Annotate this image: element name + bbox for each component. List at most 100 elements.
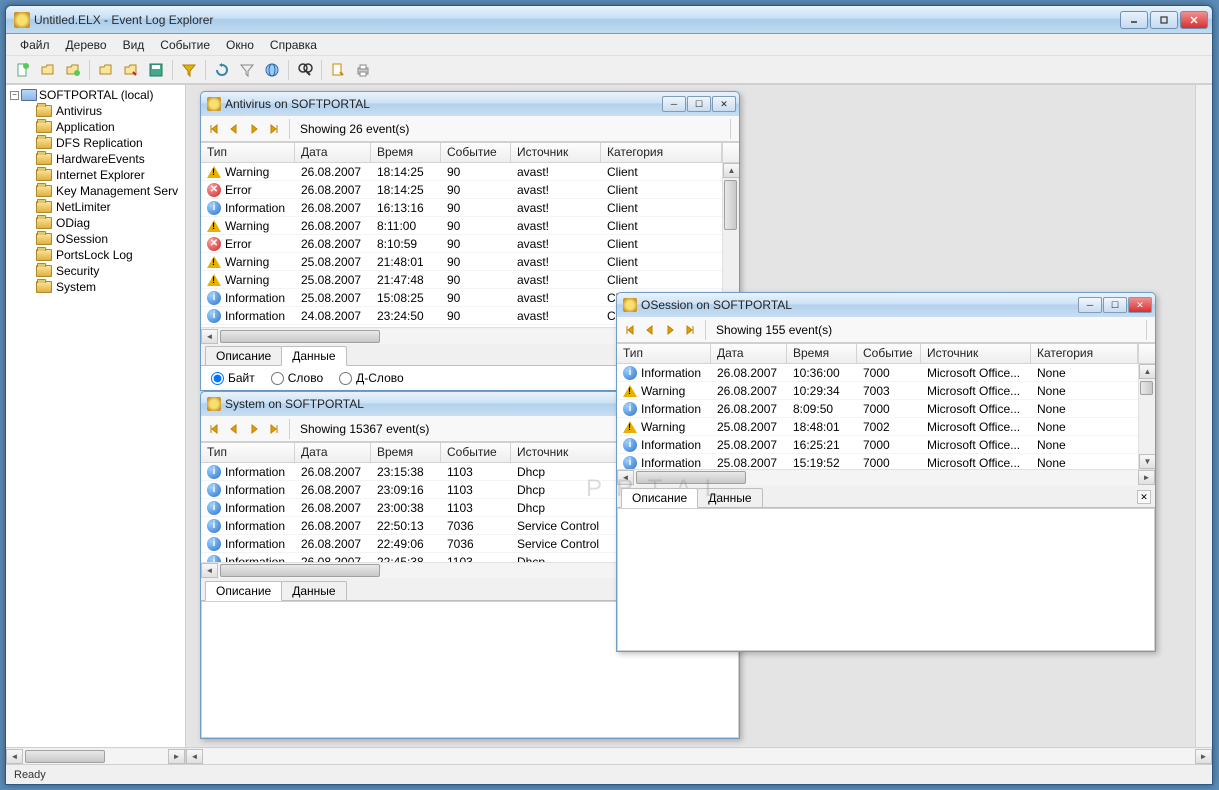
radio-byte[interactable]: Байт bbox=[211, 371, 255, 385]
col-type[interactable]: Тип bbox=[617, 344, 711, 363]
tree-node[interactable]: System bbox=[36, 279, 183, 295]
menu-file[interactable]: Файл bbox=[12, 36, 58, 54]
nav-next-icon[interactable] bbox=[245, 120, 263, 138]
close-button[interactable] bbox=[1180, 11, 1208, 29]
toolbar-print-icon[interactable] bbox=[352, 59, 374, 81]
table-row[interactable]: iInformation26.08.20078:09:507000Microso… bbox=[617, 400, 1155, 418]
grid-vscrollbar[interactable]: ▲ ▼ bbox=[1138, 364, 1155, 469]
col-time[interactable]: Время bbox=[371, 443, 441, 462]
menu-event[interactable]: Событие bbox=[152, 36, 218, 54]
child-close-button[interactable]: ✕ bbox=[712, 96, 736, 112]
toolbar-find-icon[interactable] bbox=[294, 59, 316, 81]
nav-last-icon[interactable] bbox=[265, 420, 283, 438]
scroll-right-icon[interactable]: ► bbox=[168, 749, 185, 764]
tree-node[interactable]: PortsLock Log bbox=[36, 247, 183, 263]
toolbar-open2-icon[interactable] bbox=[62, 59, 84, 81]
col-source[interactable]: Источник bbox=[921, 344, 1031, 363]
toolbar-new-icon[interactable] bbox=[12, 59, 34, 81]
tab-description[interactable]: Описание bbox=[621, 488, 698, 508]
col-date[interactable]: Дата bbox=[711, 344, 787, 363]
child-minimize-button[interactable]: ─ bbox=[662, 96, 686, 112]
child-maximize-button[interactable]: ☐ bbox=[1103, 297, 1127, 313]
menu-help[interactable]: Справка bbox=[262, 36, 325, 54]
table-row[interactable]: iInformation26.08.200716:13:1690avast!Cl… bbox=[201, 199, 739, 217]
scroll-thumb[interactable] bbox=[25, 750, 105, 763]
minimize-button[interactable] bbox=[1120, 11, 1148, 29]
radio-dword[interactable]: Д-Слово bbox=[339, 371, 404, 385]
toolbar-folder-icon[interactable] bbox=[95, 59, 117, 81]
col-source[interactable]: Источник bbox=[511, 143, 601, 162]
tab-description[interactable]: Описание bbox=[205, 581, 282, 601]
table-row[interactable]: Warning25.08.200721:48:0190avast!Client bbox=[201, 253, 739, 271]
tree-node[interactable]: DFS Replication bbox=[36, 135, 183, 151]
radio-word[interactable]: Слово bbox=[271, 371, 323, 385]
toolbar-filter-icon[interactable] bbox=[178, 59, 200, 81]
toolbar-save-icon[interactable] bbox=[145, 59, 167, 81]
scroll-right-icon[interactable]: ► bbox=[1138, 470, 1155, 485]
scroll-left-icon[interactable]: ◄ bbox=[186, 749, 203, 764]
nav-prev-icon[interactable] bbox=[225, 120, 243, 138]
table-row[interactable]: iInformation26.08.200710:36:007000Micros… bbox=[617, 364, 1155, 382]
toolbar-filter2-icon[interactable] bbox=[236, 59, 258, 81]
scroll-thumb[interactable] bbox=[220, 564, 380, 577]
antivirus-titlebar[interactable]: Antivirus on SOFTPORTAL ─ ☐ ✕ bbox=[201, 92, 739, 116]
col-category[interactable]: Категория bbox=[601, 143, 722, 162]
scroll-thumb[interactable] bbox=[1140, 381, 1153, 395]
tree-root[interactable]: − SOFTPORTAL (local) bbox=[8, 87, 183, 103]
col-time[interactable]: Время bbox=[371, 143, 441, 162]
tab-data[interactable]: Данные bbox=[697, 488, 762, 507]
scroll-thumb[interactable] bbox=[220, 330, 380, 343]
col-category[interactable]: Категория bbox=[1031, 344, 1138, 363]
nav-last-icon[interactable] bbox=[265, 120, 283, 138]
nav-first-icon[interactable] bbox=[205, 120, 223, 138]
menu-window[interactable]: Окно bbox=[218, 36, 262, 54]
table-row[interactable]: ✕Error26.08.200718:14:2590avast!Client bbox=[201, 181, 739, 199]
tree-hscrollbar[interactable]: ◄ ► bbox=[6, 747, 185, 764]
col-event[interactable]: Событие bbox=[857, 344, 921, 363]
scroll-left-icon[interactable]: ◄ bbox=[201, 563, 218, 578]
table-row[interactable]: Warning26.08.200710:29:347003Microsoft O… bbox=[617, 382, 1155, 400]
nav-next-icon[interactable] bbox=[245, 420, 263, 438]
maximize-button[interactable] bbox=[1150, 11, 1178, 29]
tree-node[interactable]: Security bbox=[36, 263, 183, 279]
tab-data[interactable]: Данные bbox=[281, 581, 346, 600]
child-close-button[interactable]: ✕ bbox=[1128, 297, 1152, 313]
menu-view[interactable]: Вид bbox=[115, 36, 153, 54]
col-event[interactable]: Событие bbox=[441, 443, 511, 462]
child-minimize-button[interactable]: ─ bbox=[1078, 297, 1102, 313]
nav-last-icon[interactable] bbox=[681, 321, 699, 339]
col-event[interactable]: Событие bbox=[441, 143, 511, 162]
nav-next-icon[interactable] bbox=[661, 321, 679, 339]
tree-node[interactable]: HardwareEvents bbox=[36, 151, 183, 167]
nav-first-icon[interactable] bbox=[205, 420, 223, 438]
scroll-right-icon[interactable]: ► bbox=[1195, 749, 1212, 764]
tab-close-icon[interactable]: ✕ bbox=[1137, 490, 1151, 504]
tree-node[interactable]: NetLimiter bbox=[36, 199, 183, 215]
mdi-vscrollbar[interactable] bbox=[1195, 85, 1212, 747]
col-type[interactable]: Тип bbox=[201, 143, 295, 162]
toolbar-refresh-icon[interactable] bbox=[211, 59, 233, 81]
col-date[interactable]: Дата bbox=[295, 443, 371, 462]
col-time[interactable]: Время bbox=[787, 344, 857, 363]
nav-prev-icon[interactable] bbox=[641, 321, 659, 339]
scroll-left-icon[interactable]: ◄ bbox=[201, 329, 218, 344]
table-row[interactable]: Warning26.08.200718:14:2590avast!Client bbox=[201, 163, 739, 181]
table-row[interactable]: Warning25.08.200721:47:4890avast!Client bbox=[201, 271, 739, 289]
table-row[interactable]: Warning25.08.200718:48:017002Microsoft O… bbox=[617, 418, 1155, 436]
nav-prev-icon[interactable] bbox=[225, 420, 243, 438]
nav-first-icon[interactable] bbox=[621, 321, 639, 339]
child-maximize-button[interactable]: ☐ bbox=[687, 96, 711, 112]
tree-node[interactable]: Application bbox=[36, 119, 183, 135]
scroll-thumb[interactable] bbox=[636, 471, 746, 484]
osession-titlebar[interactable]: OSession on SOFTPORTAL ─ ☐ ✕ bbox=[617, 293, 1155, 317]
tab-description[interactable]: Описание bbox=[205, 346, 282, 365]
scroll-left-icon[interactable]: ◄ bbox=[617, 470, 634, 485]
toolbar-open-icon[interactable] bbox=[37, 59, 59, 81]
toolbar-globe-icon[interactable] bbox=[261, 59, 283, 81]
toolbar-folder2-icon[interactable] bbox=[120, 59, 142, 81]
menu-tree[interactable]: Дерево bbox=[58, 36, 115, 54]
col-type[interactable]: Тип bbox=[201, 443, 295, 462]
main-titlebar[interactable]: Untitled.ELX - Event Log Explorer bbox=[6, 6, 1212, 34]
scroll-left-icon[interactable]: ◄ bbox=[6, 749, 23, 764]
table-row[interactable]: Warning26.08.20078:11:0090avast!Client bbox=[201, 217, 739, 235]
